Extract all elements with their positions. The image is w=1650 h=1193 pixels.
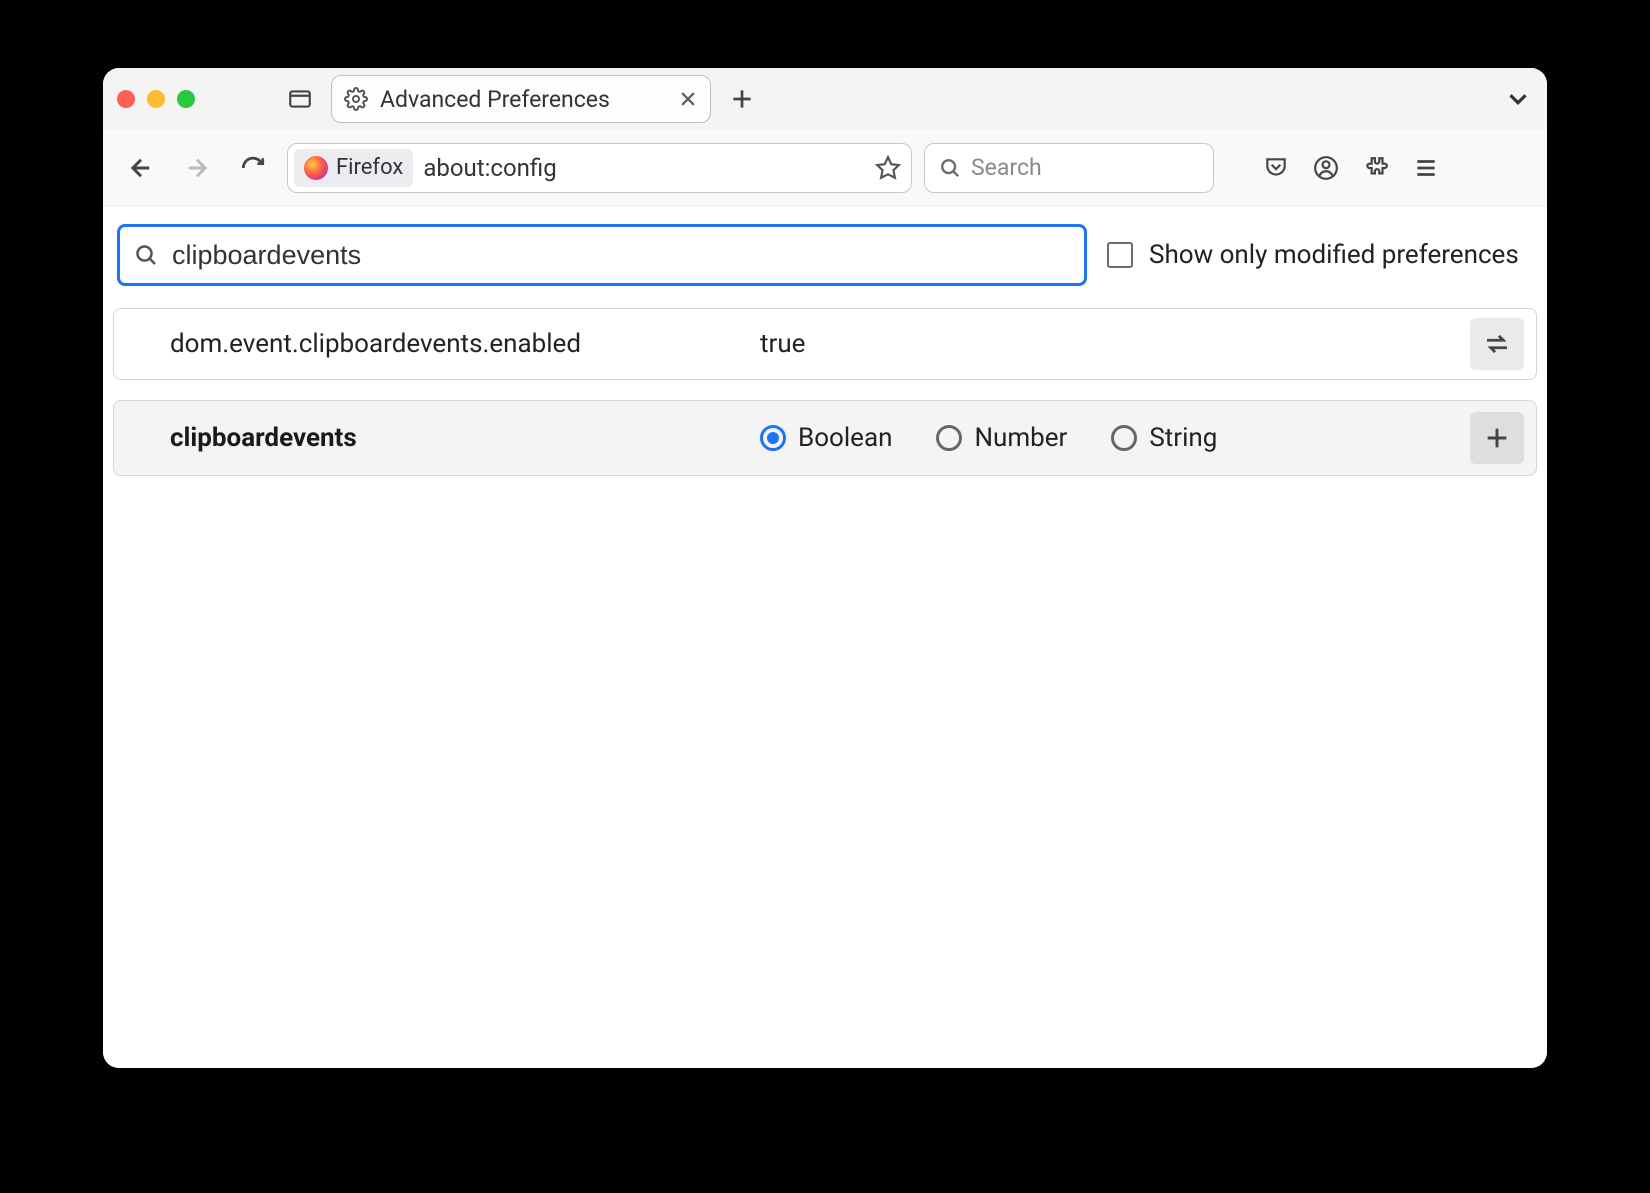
- show-only-modified-label: Show only modified preferences: [1149, 240, 1519, 270]
- add-preference-button[interactable]: [1470, 412, 1524, 464]
- close-window-button[interactable]: [117, 90, 135, 108]
- maximize-window-button[interactable]: [177, 90, 195, 108]
- radio-number[interactable]: Number: [936, 423, 1067, 453]
- search-icon: [939, 157, 961, 179]
- extensions-icon[interactable]: [1354, 146, 1398, 190]
- preference-name: dom.event.clipboardevents.enabled: [170, 329, 760, 359]
- pocket-icon[interactable]: [1254, 146, 1298, 190]
- address-bar[interactable]: Firefox about:config: [287, 143, 912, 193]
- bookmark-star-icon[interactable]: [875, 155, 901, 181]
- checkbox-icon: [1107, 242, 1133, 268]
- toolbar-actions: [1254, 146, 1448, 190]
- new-tab-button[interactable]: [721, 86, 763, 112]
- browser-window: Advanced Preferences Firefox: [103, 68, 1547, 1068]
- account-icon[interactable]: [1304, 146, 1348, 190]
- search-bar[interactable]: Search: [924, 143, 1214, 193]
- search-placeholder: Search: [971, 154, 1042, 181]
- tab-list-button[interactable]: [1503, 84, 1533, 114]
- menu-icon[interactable]: [1404, 146, 1448, 190]
- reload-button[interactable]: [231, 146, 275, 190]
- identity-label: Firefox: [336, 155, 403, 180]
- firefox-logo-icon: [304, 156, 328, 180]
- radio-icon: [760, 425, 786, 451]
- radio-icon: [1111, 425, 1137, 451]
- about-config-page: Show only modified preferences dom.event…: [103, 206, 1547, 1068]
- radio-icon: [936, 425, 962, 451]
- new-preference-type-radios: Boolean Number String: [760, 423, 1217, 453]
- forward-button[interactable]: [175, 146, 219, 190]
- tab-advanced-preferences[interactable]: Advanced Preferences: [331, 75, 711, 123]
- new-preference-row: clipboardevents Boolean Number String: [113, 400, 1537, 476]
- radio-label: String: [1149, 423, 1217, 453]
- preference-list: dom.event.clipboardevents.enabled true c…: [113, 308, 1537, 476]
- search-icon: [134, 243, 158, 267]
- new-preference-name: clipboardevents: [170, 423, 760, 453]
- minimize-window-button[interactable]: [147, 90, 165, 108]
- back-button[interactable]: [119, 146, 163, 190]
- radio-string[interactable]: String: [1111, 423, 1217, 453]
- toggle-preference-button[interactable]: [1470, 318, 1524, 370]
- window-controls: [117, 90, 195, 108]
- tab-strip: Advanced Preferences: [103, 68, 1547, 130]
- preference-search-input[interactable]: [172, 240, 1070, 271]
- radio-label: Boolean: [798, 423, 892, 453]
- navigation-toolbar: Firefox about:config Search: [103, 130, 1547, 206]
- preference-search-box[interactable]: [117, 224, 1087, 286]
- tab-title: Advanced Preferences: [380, 86, 666, 113]
- identity-badge[interactable]: Firefox: [294, 149, 413, 187]
- sidebar-toggle-icon[interactable]: [279, 78, 321, 120]
- preference-value: true: [760, 329, 1470, 359]
- show-only-modified-toggle[interactable]: Show only modified preferences: [1107, 240, 1519, 270]
- radio-label: Number: [974, 423, 1067, 453]
- preference-row[interactable]: dom.event.clipboardevents.enabled true: [113, 308, 1537, 380]
- close-tab-button[interactable]: [678, 89, 698, 109]
- radio-boolean[interactable]: Boolean: [760, 423, 892, 453]
- gear-icon: [344, 87, 368, 111]
- url-text: about:config: [423, 154, 865, 182]
